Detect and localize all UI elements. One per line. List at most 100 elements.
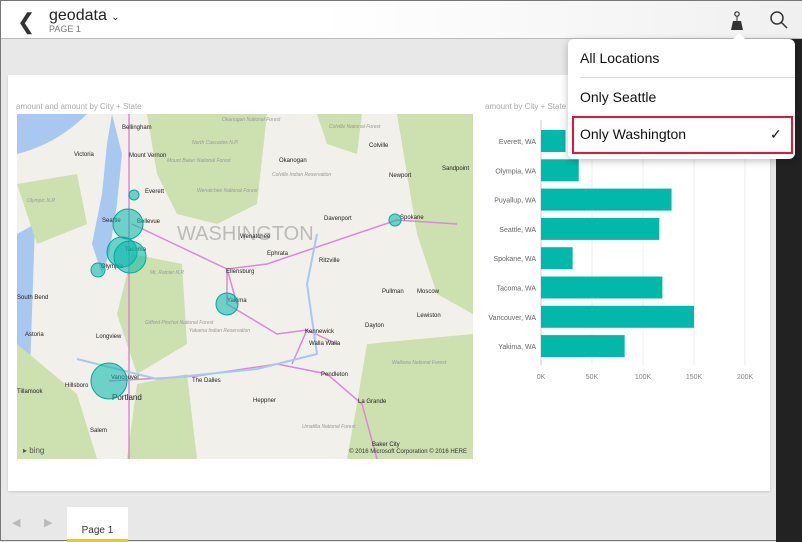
y-category-label: Everett, WA (499, 139, 536, 146)
option-only-washington: Only Washington (580, 126, 687, 142)
option-only-seattle[interactable]: Only Seattle (580, 89, 656, 105)
x-tick-label: 200K (737, 374, 754, 381)
bar-chart-title: amount by City + State (485, 102, 567, 111)
park-label: North Cascades N.P. (192, 140, 238, 146)
city-label: Kennewick (305, 329, 335, 335)
city-label: Bellingham (122, 125, 152, 131)
city-label: Pendleton (321, 372, 348, 378)
city-label: Salem (90, 428, 107, 434)
bing-logo: ▸ bing (23, 446, 44, 455)
option-only-washington-selected[interactable]: Only Washington ✓ (572, 116, 793, 154)
x-tick-label: 100K (635, 374, 652, 381)
map-bubble[interactable] (128, 189, 140, 201)
city-label: Mount Vernon (129, 153, 166, 159)
city-label: Newport (389, 173, 412, 179)
bar[interactable] (541, 305, 694, 328)
park-label: Wallowa National Forest (392, 360, 447, 366)
map-visual-title: amount and amount by City + State (16, 102, 142, 111)
city-label: Dayton (365, 323, 384, 329)
city-label: Heppner (253, 398, 276, 404)
park-label: Yakama Indian Reservation (189, 328, 250, 334)
page-subtitle: PAGE 1 (49, 24, 81, 34)
city-label: The Dalles (192, 378, 221, 384)
bar[interactable] (541, 130, 566, 152)
forest-area (397, 114, 473, 314)
report-title-text: geodata (49, 7, 107, 24)
forest-area (347, 334, 473, 459)
map-bubble[interactable] (90, 362, 128, 400)
forest-area (317, 114, 362, 154)
city-label: Longview (96, 334, 122, 340)
next-page-icon[interactable]: ▶ (44, 516, 52, 529)
park-label: Mount Baker National Forest (167, 158, 231, 164)
map-visual[interactable]: WASHINGTON Olympic N.P. Mount Baker Nation… (17, 114, 473, 459)
city-label: South Bend (17, 295, 48, 301)
y-category-label: Spokane, WA (493, 256, 536, 263)
x-tick-label: 50K (586, 374, 599, 381)
forest-area (127, 374, 197, 459)
bar[interactable] (541, 276, 663, 299)
x-tick-label: 150K (686, 374, 703, 381)
city-label: Hillsboro (65, 383, 89, 389)
top-bar: ❮ geodata ⌄ PAGE 1 (1, 1, 802, 39)
city-label: Walla Walla (309, 341, 341, 347)
map-bubble[interactable] (112, 208, 144, 240)
back-icon[interactable]: ❮ (17, 9, 35, 35)
filter-menu: All Locations Only Seattle Only Washingt… (568, 33, 795, 159)
map-bubble[interactable] (90, 262, 106, 278)
y-category-label: Olympia, WA (495, 168, 536, 175)
search-icon[interactable] (769, 10, 789, 30)
city-label: Wenatchee (240, 234, 271, 240)
map-bubble[interactable] (113, 240, 147, 274)
park-label: Colville National Forest (329, 124, 381, 130)
park-label: Umatilla National Forest (302, 424, 356, 430)
park-label: Colville Indian Reservation (272, 172, 331, 178)
bar[interactable] (541, 217, 660, 240)
city-label: Sandpoint (442, 166, 469, 172)
city-label: Colville (369, 143, 389, 149)
city-label: Pullman (382, 289, 404, 295)
bar[interactable] (541, 188, 672, 211)
map-bubble[interactable] (388, 213, 402, 227)
y-category-label: Yakima, WA (498, 344, 536, 351)
city-label: Ephrata (267, 251, 289, 257)
city-label: Ritzville (319, 258, 340, 264)
city-label: La Grande (358, 399, 387, 405)
park-label: Wenatchee National Forest (197, 188, 258, 194)
map-canvas[interactable]: WASHINGTONOlympic N.P.Mount Baker Nation… (17, 114, 473, 459)
park-label: Olympic N.P. (27, 198, 56, 204)
city-label: Ellensburg (226, 269, 254, 275)
bar[interactable] (541, 247, 573, 270)
city-label: Tillamook (17, 389, 43, 395)
divider (580, 77, 795, 78)
chevron-down-icon: ⌄ (111, 12, 120, 23)
city-label: Astoria (25, 332, 44, 338)
city-label: Baker City (372, 442, 400, 448)
map-attribution: © 2016 Microsoft Corporation © 2016 HERE (349, 448, 467, 455)
city-label: Davenport (324, 216, 352, 222)
city-label: Moscow (417, 289, 440, 295)
prev-page-icon[interactable]: ◀ (12, 516, 20, 529)
report-title[interactable]: geodata ⌄ (49, 7, 120, 25)
y-category-label: Puyallup, WA (494, 198, 536, 205)
option-all-locations[interactable]: All Locations (580, 50, 659, 66)
city-label: Everett (145, 189, 164, 195)
x-tick-label: 0K (537, 374, 546, 381)
bar[interactable] (541, 335, 625, 358)
city-label: Lewiston (417, 313, 441, 319)
bar[interactable] (541, 159, 579, 182)
page-tab-1[interactable]: Page 1 (67, 507, 128, 542)
map-bubble[interactable] (215, 292, 239, 316)
city-label: Spokane (400, 215, 424, 221)
park-label: Gifford Pinchot National Forest (145, 320, 214, 326)
y-category-label: Tacoma, WA (497, 286, 537, 293)
geo-filter-icon[interactable] (730, 11, 744, 31)
city-label: Okanogan (279, 158, 307, 164)
y-category-label: Vancouver, WA (489, 315, 537, 322)
y-category-label: Seattle, WA (499, 227, 536, 234)
checkmark-icon: ✓ (770, 126, 782, 142)
forest-area (147, 114, 267, 224)
park-label: Okanogan National Forest (222, 117, 281, 123)
city-label: Victoria (74, 152, 95, 158)
park-label: Mt. Rainier N.P. (150, 270, 185, 276)
